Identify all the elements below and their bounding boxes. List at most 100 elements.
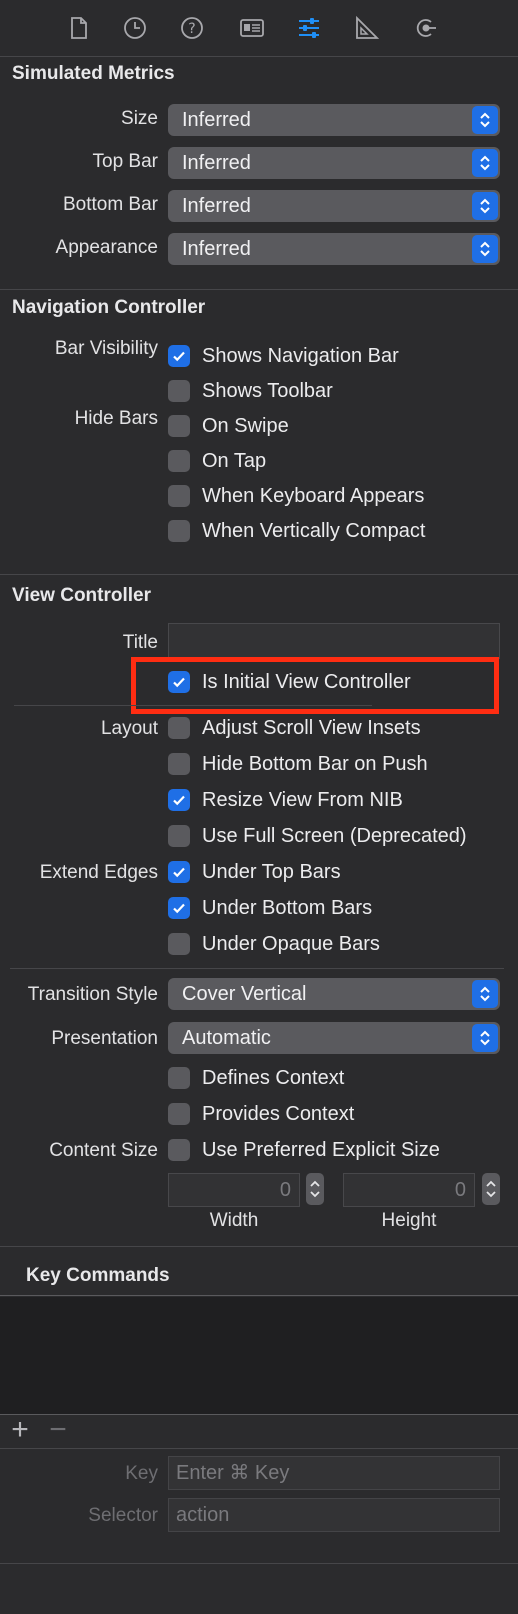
selector-label: Selector [88,1505,158,1526]
transition-style-popup[interactable]: Cover Vertical [168,978,500,1010]
connections-icon[interactable] [409,12,441,44]
appearance-popup-value: Inferred [182,238,251,260]
up-down-arrows-icon [472,235,498,263]
checkbox-label: Use Full Screen (Deprecated) [202,824,467,847]
hide-bars-label: Hide Bars [74,408,158,429]
width-label: Width [209,1210,259,1231]
checkbox-box [168,1067,190,1089]
shows-navigation-bar-checkbox[interactable]: Shows Navigation Bar [168,342,399,370]
checkbox-label: When Keyboard Appears [202,484,425,507]
attributes-icon[interactable] [293,12,325,44]
section-separator [0,1563,518,1564]
top-bar-popup[interactable]: Inferred [168,147,500,179]
checkbox-box [168,380,190,402]
up-down-arrows-icon [472,106,498,134]
checkmark-icon [168,345,190,367]
checkbox-box [168,415,190,437]
height-stepper[interactable] [482,1173,500,1205]
checkbox-label: Hide Bottom Bar on Push [202,752,428,775]
shows-toolbar-checkbox[interactable]: Shows Toolbar [168,377,333,405]
checkbox-label: Under Top Bars [202,860,341,883]
help-icon[interactable]: ? [176,12,208,44]
bottom-bar-popup[interactable]: Inferred [168,190,500,222]
history-icon[interactable] [119,12,151,44]
checkbox-box [168,717,190,739]
up-down-arrows-icon [472,149,498,177]
under-top-bars-checkbox[interactable]: Under Top Bars [168,858,341,886]
appearance-popup[interactable]: Inferred [168,233,500,265]
checkbox-box [168,753,190,775]
size-popup[interactable]: Inferred [168,104,500,136]
checkbox-box [168,1139,190,1161]
presentation-label: Presentation [51,1028,158,1049]
title-field[interactable] [168,623,500,659]
top-bar-label: Top Bar [92,151,158,172]
extend-edges-label: Extend Edges [39,862,158,883]
checkmark-icon [168,861,190,883]
checkbox-label: On Swipe [202,414,289,437]
under-bottom-bars-checkbox[interactable]: Under Bottom Bars [168,894,372,922]
defines-context-checkbox[interactable]: Defines Context [168,1064,344,1092]
width-field[interactable]: 0 [168,1173,300,1207]
checkbox-label: Defines Context [202,1066,345,1089]
transition-style-popup-value: Cover Vertical [182,983,307,1005]
appearance-label: Appearance [55,237,158,258]
navigation-controller-title: Navigation Controller [12,297,206,318]
on-tap-checkbox[interactable]: On Tap [168,447,266,475]
when-vertically-compact-checkbox[interactable]: When Vertically Compact [168,517,425,545]
checkbox-label: On Tap [202,449,267,472]
provides-context-checkbox[interactable]: Provides Context [168,1100,354,1128]
selector-field[interactable]: action [168,1498,500,1532]
height-label: Height [381,1210,437,1231]
when-keyboard-appears-checkbox[interactable]: When Keyboard Appears [168,482,424,510]
checkbox-box [168,450,190,472]
file-icon[interactable] [62,12,94,44]
height-field[interactable]: 0 [343,1173,475,1207]
checkbox-label: Resize View From NIB [202,788,403,811]
checkbox-box [168,520,190,542]
hide-bottom-bar-on-push-checkbox[interactable]: Hide Bottom Bar on Push [168,750,428,778]
transition-style-label: Transition Style [27,984,158,1005]
under-opaque-bars-checkbox[interactable]: Under Opaque Bars [168,930,380,958]
section-separator [0,289,518,290]
key-label: Key [125,1463,158,1484]
on-swipe-checkbox[interactable]: On Swipe [168,412,289,440]
key-field[interactable]: Enter ⌘ Key [168,1456,500,1490]
use-preferred-explicit-size-checkbox[interactable]: Use Preferred Explicit Size [168,1136,440,1164]
use-full-screen-checkbox[interactable]: Use Full Screen (Deprecated) [168,822,467,850]
up-down-arrows-icon [472,1024,498,1052]
identity-icon[interactable] [236,12,268,44]
up-down-arrows-icon [472,980,498,1008]
toolbar-separator [0,56,518,57]
bottom-bar-label: Bottom Bar [62,194,158,215]
list-separator [0,1414,518,1415]
up-down-arrows-icon [472,192,498,220]
checkbox-label: Adjust Scroll View Insets [202,716,421,739]
key-commands-list[interactable] [0,1297,518,1415]
title-label: Title [122,632,158,653]
content-size-label: Content Size [49,1140,158,1161]
adjust-scroll-view-insets-checkbox[interactable]: Adjust Scroll View Insets [168,714,421,742]
key-commands-title: Key Commands [26,1265,170,1286]
size-ruler-icon[interactable] [350,12,382,44]
section-separator [0,1448,518,1449]
checkbox-label: Provides Context [202,1102,355,1125]
checkbox-label: Under Bottom Bars [202,896,373,919]
bottom-bar-popup-value: Inferred [182,195,251,217]
checkbox-box [168,485,190,507]
width-stepper[interactable] [306,1173,324,1205]
add-button[interactable]: + [6,1414,34,1446]
remove-button[interactable]: − [44,1414,72,1446]
view-controller-title: View Controller [12,585,152,606]
section-separator [0,1295,518,1296]
checkbox-label: Under Opaque Bars [202,932,380,955]
checkbox-label: When Vertically Compact [202,519,426,542]
size-label: Size [121,108,158,129]
checkbox-box [168,825,190,847]
resize-view-from-nib-checkbox[interactable]: Resize View From NIB [168,786,403,814]
presentation-popup[interactable]: Automatic [168,1022,500,1054]
checkbox-label: Shows Toolbar [202,379,333,402]
checkbox-label: Shows Navigation Bar [202,344,399,367]
checkmark-icon [168,789,190,811]
svg-text:?: ? [188,21,195,37]
